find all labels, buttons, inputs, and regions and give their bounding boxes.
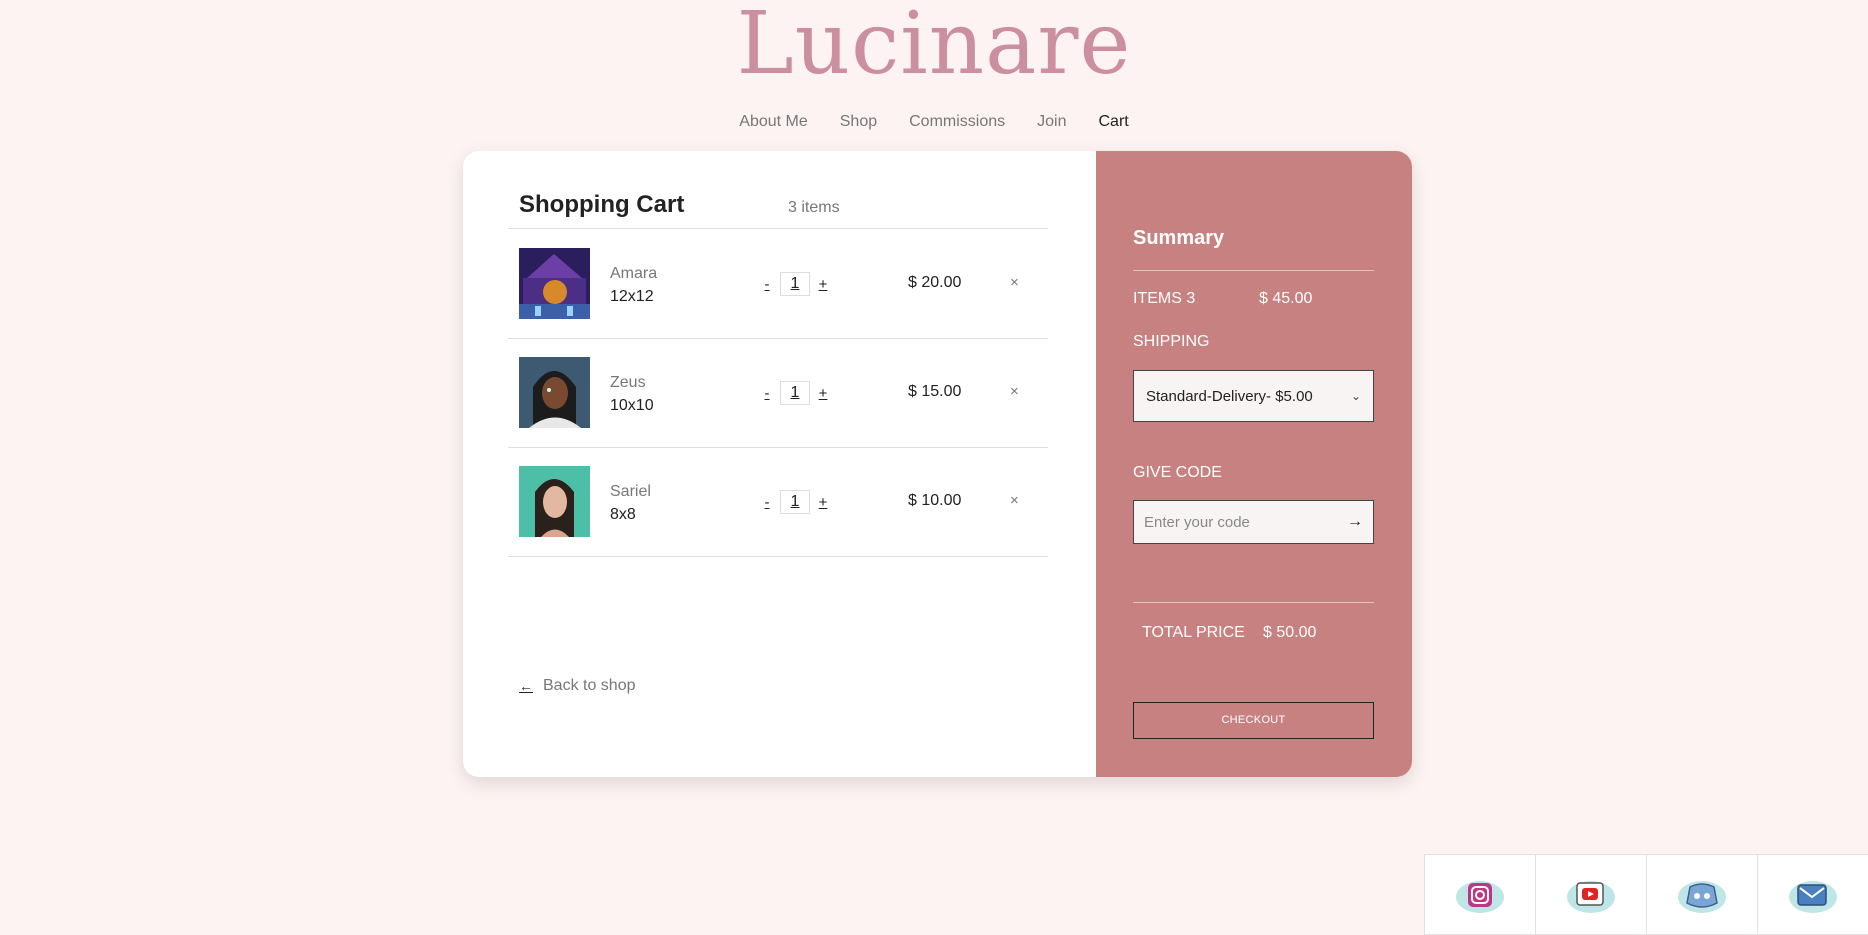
cart-card: Shopping Cart 3 items Amara 12x12 - 1 + … [463,151,1412,777]
shipping-selected-value: Standard-Delivery- $5.00 [1146,387,1313,405]
cart-item-count: 3 items [788,199,840,216]
quantity-stepper: - 1 + [762,381,828,405]
cart-title: Shopping Cart [519,191,685,218]
chevron-down-icon: ⌄ [1350,389,1361,403]
total-price-value: $ 50.00 [1263,624,1317,641]
arrow-right-icon[interactable]: → [1347,513,1363,531]
item-name: Sariel [610,483,651,500]
site-logo[interactable]: Lucinare [0,0,1868,94]
items-subtotal: $ 45.00 [1259,290,1313,307]
item-price: $ 10.00 [908,492,962,509]
give-code-label: GIVE CODE [1133,464,1222,481]
item-size: 12x12 [610,288,654,305]
cart-item-row: Amara 12x12 - 1 + $ 20.00 × [508,229,1048,338]
social-instagram[interactable] [1424,854,1535,935]
cart-panel: Shopping Cart 3 items Amara 12x12 - 1 + … [463,151,1096,777]
checkout-button[interactable]: CHECKOUT [1133,702,1374,739]
main-nav: About Me Shop Commissions Join Cart [0,113,1868,131]
total-price-label: TOTAL PRICE [1142,624,1245,641]
item-thumbnail [519,466,590,537]
remove-item-icon[interactable]: × [1010,274,1019,291]
cart-item-row: Sariel 8x8 - 1 + $ 10.00 × [508,447,1048,556]
mail-icon [1789,880,1837,913]
remove-item-icon[interactable]: × [1010,383,1019,400]
decrease-quantity-button[interactable]: - [762,276,772,293]
youtube-icon [1567,880,1615,913]
divider [1133,602,1374,603]
item-price: $ 15.00 [908,383,962,400]
remove-item-icon[interactable]: × [1010,492,1019,509]
back-to-shop-link[interactable]: ← Back to shop [519,677,636,695]
increase-quantity-button[interactable]: + [818,276,828,293]
quantity-input[interactable]: 1 [780,272,810,296]
item-thumbnail [519,248,590,319]
social-discord[interactable] [1646,854,1757,935]
promo-code-placeholder: Enter your code [1144,513,1250,531]
divider [508,556,1048,557]
quantity-stepper: - 1 + [762,272,828,296]
divider [1133,270,1374,271]
nav-shop[interactable]: Shop [840,113,877,131]
quantity-input[interactable]: 1 [780,490,810,514]
shipping-label: SHIPPING [1133,333,1210,350]
promo-code-input[interactable]: Enter your code → [1133,500,1374,544]
nav-commissions[interactable]: Commissions [909,113,1005,131]
discord-icon [1678,880,1726,913]
increase-quantity-button[interactable]: + [818,494,828,511]
summary-panel: Summary ITEMS 3 $ 45.00 SHIPPING Standar… [1096,151,1412,777]
nav-cart[interactable]: Cart [1099,113,1129,131]
quantity-stepper: - 1 + [762,490,828,514]
items-label: ITEMS 3 [1133,290,1196,307]
social-mail[interactable] [1757,854,1868,935]
increase-quantity-button[interactable]: + [818,385,828,402]
cart-item-row: Zeus 10x10 - 1 + $ 15.00 × [508,338,1048,447]
decrease-quantity-button[interactable]: - [762,494,772,511]
social-bar [1424,854,1868,935]
item-name: Zeus [610,374,646,391]
item-name: Amara [610,265,658,282]
item-thumbnail [519,357,590,428]
instagram-icon [1456,880,1504,913]
shipping-select[interactable]: Standard-Delivery- $5.00 ⌄ [1133,370,1374,422]
nav-about-me[interactable]: About Me [739,113,807,131]
arrow-left-icon: ← [519,678,533,694]
nav-join[interactable]: Join [1037,113,1066,131]
decrease-quantity-button[interactable]: - [762,385,772,402]
item-size: 10x10 [610,397,654,414]
summary-title: Summary [1133,227,1225,249]
quantity-input[interactable]: 1 [780,381,810,405]
back-to-shop-label: Back to shop [543,677,636,694]
item-price: $ 20.00 [908,274,962,291]
social-youtube[interactable] [1535,854,1646,935]
item-size: 8x8 [610,506,636,523]
